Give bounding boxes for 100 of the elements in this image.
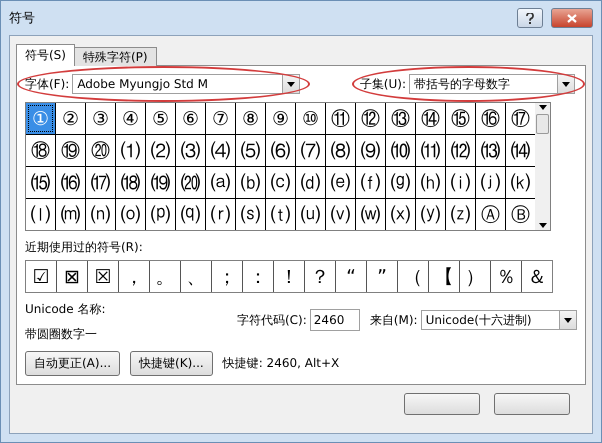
recent-symbol-cell[interactable]: ！	[274, 261, 304, 292]
tab[interactable]: 特殊字符(P)	[74, 47, 157, 66]
scrollbar[interactable]	[535, 103, 550, 230]
dialog-button[interactable]	[404, 393, 480, 415]
recent-symbol-cell[interactable]: ：	[243, 261, 273, 292]
symbol-cell[interactable]: ⑸	[236, 135, 265, 166]
symbol-cell[interactable]: ⑯	[476, 103, 505, 134]
recent-symbol-cell[interactable]: ”	[367, 261, 397, 292]
symbol-cell[interactable]: ⑵	[146, 135, 175, 166]
dialog-button[interactable]: 自动更正(A)...	[25, 351, 120, 376]
recent-symbol-cell[interactable]: ＆	[522, 261, 552, 292]
symbol-cell[interactable]: ⒱	[326, 199, 355, 230]
symbol-cell[interactable]: ⒠	[326, 167, 355, 198]
symbol-cell[interactable]: ⑪	[326, 103, 355, 134]
symbol-cell[interactable]: ⑹	[266, 135, 295, 166]
symbol-cell[interactable]: ⑺	[296, 135, 325, 166]
close-button[interactable]	[551, 8, 593, 28]
dropdown[interactable]: Unicode(十六进制)	[420, 310, 577, 330]
input-field[interactable]: 2460	[310, 309, 360, 331]
symbol-cell[interactable]: ⑶	[176, 135, 205, 166]
symbol-cell[interactable]: ⒧	[26, 199, 55, 230]
symbol-cell[interactable]: ⒬	[176, 199, 205, 230]
symbol-cell[interactable]: ⒴	[416, 199, 445, 230]
symbol-cell[interactable]: ⒃	[56, 167, 85, 198]
symbol-cell[interactable]: ⒆	[146, 167, 175, 198]
tab[interactable]: 符号(S)	[16, 44, 75, 66]
symbol-cell[interactable]: ⒇	[176, 167, 205, 198]
symbol-cell[interactable]: ⑤	[146, 103, 175, 134]
symbol-cell[interactable]: ⒫	[146, 199, 175, 230]
help-button[interactable]	[517, 8, 543, 28]
symbol-cell[interactable]: ⑬	[386, 103, 415, 134]
recent-symbol-cell[interactable]: ☑	[26, 261, 56, 292]
symbol-cell[interactable]: ⒳	[386, 199, 415, 230]
symbol-cell[interactable]: ⑫	[356, 103, 385, 134]
symbol-cell[interactable]: ⒥	[476, 167, 505, 198]
symbol-cell[interactable]: ⒣	[416, 167, 445, 198]
symbol-cell[interactable]: ⒢	[386, 167, 415, 198]
symbol-cell[interactable]: ⑽	[386, 135, 415, 166]
recent-symbol-cell[interactable]: ，	[119, 261, 149, 292]
symbol-cell[interactable]: ⒩	[86, 199, 115, 230]
recent-symbol-cell[interactable]: 。	[150, 261, 180, 292]
symbol-cell[interactable]: ⑥	[176, 103, 205, 134]
symbol-cell[interactable]: Ⓑ	[506, 199, 535, 230]
recent-symbol-cell[interactable]: ；	[212, 261, 242, 292]
dialog-button[interactable]	[494, 393, 570, 415]
symbol-cell[interactable]: ⑦	[206, 103, 235, 134]
symbol-cell[interactable]: ⒲	[356, 199, 385, 230]
symbol-cell[interactable]: ⑱	[26, 135, 55, 166]
symbol-cell[interactable]: ⑿	[446, 135, 475, 166]
symbol-cell[interactable]: ②	[56, 103, 85, 134]
symbol-cell[interactable]: ⒦	[506, 167, 535, 198]
recent-symbol-cell[interactable]: ）	[460, 261, 490, 292]
symbol-cell[interactable]: ⑩	[296, 103, 325, 134]
symbol-cell[interactable]: ⒝	[236, 167, 265, 198]
symbol-cell[interactable]: ⑾	[416, 135, 445, 166]
symbol-cell[interactable]: ⑨	[266, 103, 295, 134]
dropdown[interactable]: 带括号的字母数字	[409, 74, 575, 94]
symbol-cell[interactable]: ⒅	[116, 167, 145, 198]
symbol-cell[interactable]: ⒯	[266, 199, 295, 230]
symbol-cell[interactable]: ⒂	[26, 167, 55, 198]
symbol-cell[interactable]: ⑮	[446, 103, 475, 134]
symbol-cell[interactable]: ⒵	[446, 199, 475, 230]
symbol-cell[interactable]: ④	[116, 103, 145, 134]
symbol-cell[interactable]: ⑷	[206, 135, 235, 166]
symbol-cell[interactable]: ⒤	[446, 167, 475, 198]
field-label: 字体(F):	[25, 76, 70, 92]
symbol-cell[interactable]: ⒀	[476, 135, 505, 166]
symbol-cell[interactable]: ⑼	[356, 135, 385, 166]
recent-symbol-cell[interactable]: ％	[491, 261, 521, 292]
symbol-cell[interactable]: ⑳	[86, 135, 115, 166]
symbol-cell[interactable]: ⒜	[206, 167, 235, 198]
symbol-cell[interactable]: ⒪	[116, 199, 145, 230]
symbol-cell[interactable]: ⑲	[56, 135, 85, 166]
dialog-button[interactable]: 快捷键(K)...	[130, 351, 213, 376]
symbol-cell[interactable]: ⒨	[56, 199, 85, 230]
symbol-cell[interactable]: ⒞	[266, 167, 295, 198]
symbol-cell[interactable]: ⒄	[86, 167, 115, 198]
recent-symbol-cell[interactable]: （	[398, 261, 428, 292]
symbol-cell[interactable]: ⒟	[296, 167, 325, 198]
recent-symbol-cell[interactable]: 、	[181, 261, 211, 292]
symbol-cell[interactable]: ③	[86, 103, 115, 134]
symbol-cell[interactable]: ⒰	[296, 199, 325, 230]
symbol-cell[interactable]: ⑻	[326, 135, 355, 166]
recent-symbol-cell[interactable]: 【	[429, 261, 459, 292]
symbol-cell[interactable]: ⑭	[416, 103, 445, 134]
symbol-cell[interactable]: ⒁	[506, 135, 535, 166]
scrollbar-thumb[interactable]	[536, 114, 549, 134]
recent-symbol-cell[interactable]: ☒	[88, 261, 118, 292]
symbol-cell[interactable]: ⒭	[206, 199, 235, 230]
recent-symbol-cell[interactable]: ⊠	[57, 261, 87, 292]
symbol-cell[interactable]: ⑰	[506, 103, 535, 134]
symbol-cell[interactable]: Ⓐ	[476, 199, 505, 230]
symbol-cell[interactable]: ⒡	[356, 167, 385, 198]
recent-symbol-cell[interactable]: “	[336, 261, 366, 292]
symbol-cell[interactable]: ⒮	[236, 199, 265, 230]
dropdown-arrow-icon	[564, 318, 572, 322]
symbol-cell[interactable]: ⑴	[116, 135, 145, 166]
recent-symbol-cell[interactable]: ？	[305, 261, 335, 292]
dropdown[interactable]: Adobe Myungjo Std M	[72, 74, 300, 94]
symbol-cell[interactable]: ⑧	[236, 103, 265, 134]
